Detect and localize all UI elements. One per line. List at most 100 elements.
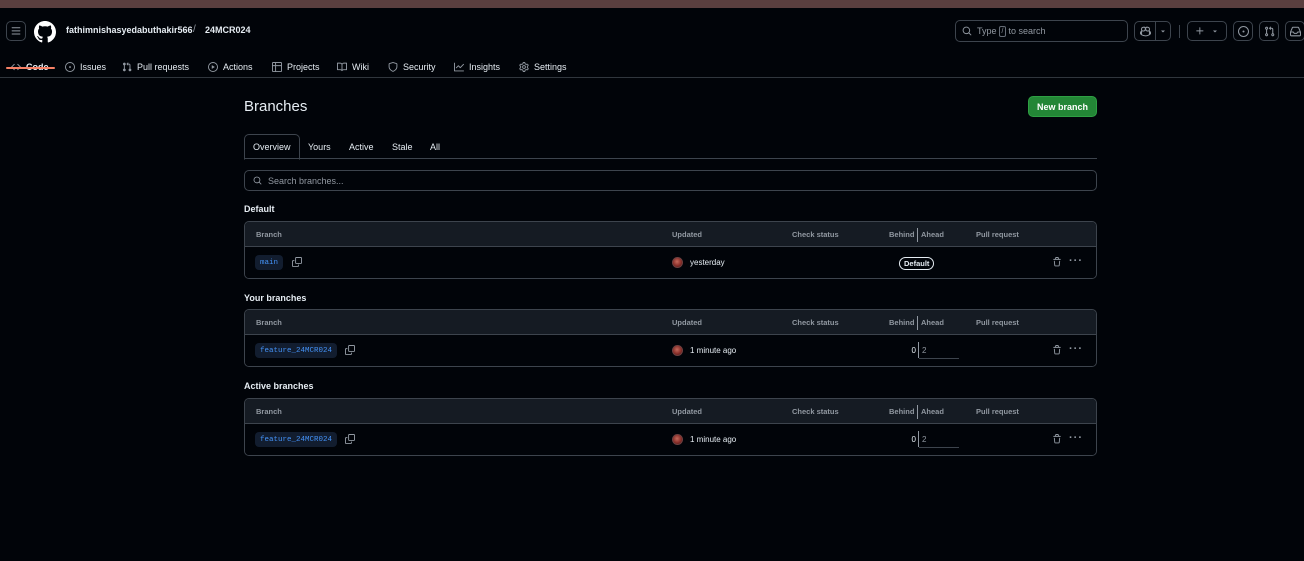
global-header: fathimnishasyedabuthakir566 / 24MCR024 T… — [0, 8, 1304, 78]
section-title-default: Default — [244, 204, 275, 214]
pull-requests-button[interactable] — [1259, 21, 1279, 41]
behind-ahead-divider — [917, 405, 918, 419]
delete-branch-button[interactable] — [1052, 434, 1062, 446]
copilot-button[interactable] — [1134, 21, 1156, 41]
copy-button[interactable] — [345, 434, 355, 446]
subtab-overview[interactable]: Overview — [244, 134, 300, 160]
trash-icon — [1053, 434, 1061, 444]
plus-icon — [1196, 27, 1204, 35]
col-check-status: Check status — [792, 230, 839, 239]
tab-security[interactable]: Security — [388, 56, 436, 78]
section-title-yours: Your branches — [244, 293, 307, 303]
avatar[interactable] — [672, 257, 683, 268]
new-branch-button[interactable]: New branch — [1028, 96, 1097, 117]
updated-time: 1 minute ago — [690, 435, 737, 444]
tab-issues[interactable]: Issues — [65, 56, 106, 78]
tab-projects[interactable]: Projects — [272, 56, 320, 78]
col-branch: Branch — [256, 407, 282, 416]
branch-name-link[interactable]: main — [255, 255, 284, 270]
tab-actions[interactable]: Actions — [208, 56, 253, 78]
copy-button[interactable] — [345, 345, 355, 357]
col-updated: Updated — [672, 318, 702, 327]
tab-label: Projects — [287, 62, 320, 72]
tab-label: Security — [403, 62, 436, 72]
copilot-icon — [1139, 26, 1151, 36]
col-ahead: Ahead — [921, 230, 944, 239]
more-options-button[interactable]: ··· — [1069, 433, 1083, 444]
behind-ahead-divider — [917, 228, 918, 242]
col-behind: Behind — [889, 230, 915, 239]
repo-link[interactable]: 24MCR024 — [205, 25, 251, 35]
branch-search — [244, 170, 1097, 191]
active-branches-table: Branch Updated Check status Behind Ahead… — [244, 398, 1097, 456]
shield-icon — [388, 62, 398, 72]
more-options-button[interactable]: ··· — [1069, 344, 1083, 355]
copilot-dropdown-button[interactable] — [1156, 21, 1171, 41]
github-logo[interactable] — [33, 21, 56, 43]
breadcrumb-separator: / — [193, 24, 196, 35]
delete-branch-button[interactable] — [1052, 345, 1062, 357]
updated-time: yesterday — [690, 258, 725, 267]
graph-icon — [454, 62, 464, 72]
inbox-icon — [1289, 26, 1301, 36]
tab-settings[interactable]: Settings — [519, 56, 567, 78]
tab-pull-requests[interactable]: Pull requests — [122, 56, 189, 78]
subtab-active[interactable]: Active — [349, 134, 374, 159]
col-check-status: Check status — [792, 318, 839, 327]
col-pull-request: Pull request — [976, 230, 1019, 239]
page-title: Branches — [244, 98, 308, 115]
copy-icon — [292, 257, 302, 267]
table-header: Branch Updated Check status Behind Ahead… — [245, 399, 1096, 424]
subtab-all[interactable]: All — [430, 134, 440, 159]
branch-name-link[interactable]: feature_24MCR024 — [255, 343, 338, 358]
table-row: main yesterday Default ··· — [245, 247, 1096, 278]
play-icon — [208, 62, 218, 72]
col-ahead: Ahead — [921, 318, 944, 327]
pull-request-icon — [122, 62, 132, 72]
tab-wiki[interactable]: Wiki — [337, 56, 369, 78]
col-branch: Branch — [256, 318, 282, 327]
col-behind: Behind — [889, 318, 915, 327]
col-ahead: Ahead — [921, 407, 944, 416]
ahead-count: 2 — [922, 346, 927, 355]
delete-branch-button[interactable] — [1052, 257, 1062, 269]
branch-filter-tabs: Overview Yours Active Stale All — [244, 134, 1097, 160]
subtab-stale[interactable]: Stale — [392, 134, 413, 159]
search-prefix: Type — [977, 26, 997, 36]
ahead-bar — [919, 447, 959, 448]
col-pull-request: Pull request — [976, 318, 1019, 327]
menu-button[interactable] — [6, 21, 26, 41]
tab-insights[interactable]: Insights — [454, 56, 500, 78]
owner-link[interactable]: fathimnishasyedabuthakir566 — [66, 25, 193, 35]
col-check-status: Check status — [792, 407, 839, 416]
window-top-strip — [0, 0, 1304, 8]
table-header: Branch Updated Check status Behind Ahead… — [245, 310, 1096, 335]
triangle-down-icon — [1161, 30, 1165, 33]
branch-name-link[interactable]: feature_24MCR024 — [255, 432, 338, 447]
search-shortcut-key: / — [998, 25, 1007, 37]
gear-icon — [519, 62, 529, 72]
branch-search-input[interactable] — [268, 175, 1068, 186]
tab-label: Issues — [80, 62, 107, 72]
avatar[interactable] — [672, 434, 683, 445]
col-branch: Branch — [256, 230, 282, 239]
subtab-yours[interactable]: Yours — [308, 134, 331, 159]
global-search[interactable]: Type / to search — [955, 20, 1128, 42]
behind-count: 0 — [911, 435, 916, 444]
inbox-button[interactable] — [1285, 21, 1304, 41]
search-icon — [253, 176, 262, 185]
table-row: feature_24MCR024 1 minute ago 0 2 ··· — [245, 424, 1096, 455]
table-row: feature_24MCR024 1 minute ago 0 2 ··· — [245, 335, 1096, 366]
your-branches-table: Branch Updated Check status Behind Ahead… — [244, 309, 1097, 367]
behind-ahead-divider — [918, 342, 919, 358]
hamburger-icon — [11, 27, 21, 35]
trash-icon — [1053, 345, 1061, 355]
github-mark-icon — [33, 21, 56, 43]
create-new-button[interactable] — [1187, 21, 1227, 41]
copy-button[interactable] — [292, 257, 302, 269]
copy-icon — [345, 434, 355, 444]
avatar[interactable] — [672, 345, 683, 356]
default-branch-table: Branch Updated Check status Behind Ahead… — [244, 221, 1097, 279]
more-options-button[interactable]: ··· — [1069, 256, 1083, 267]
issues-button[interactable] — [1233, 21, 1253, 41]
